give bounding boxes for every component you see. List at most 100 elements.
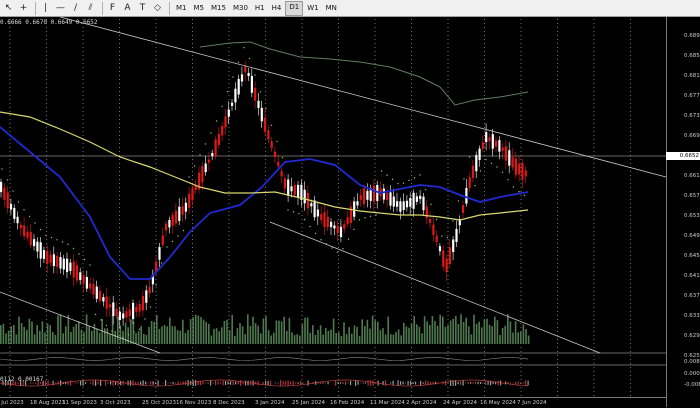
time-label: 7 Jun 2024: [517, 400, 547, 406]
horizontal-line-icon[interactable]: —: [54, 2, 67, 15]
candle-body: [158, 247, 160, 260]
candle-body: [185, 203, 187, 212]
volume-bar: [447, 325, 449, 344]
candle-body: [145, 290, 147, 302]
timeframe-m15[interactable]: M15: [208, 2, 229, 15]
volume-bar: [507, 314, 509, 344]
volume-bar: [299, 336, 301, 344]
candle-body: [353, 201, 355, 216]
price-level-label: 0.6535: [684, 213, 700, 219]
indicator-readout: 0112 0.00167: [0, 376, 43, 383]
oscillator-bar: [300, 381, 301, 385]
candle-body: [33, 239, 35, 246]
volume-bar: [57, 315, 59, 344]
candle-body: [284, 178, 286, 188]
time-label: 8 Dec 2023: [213, 400, 245, 406]
candle-body: [13, 208, 15, 219]
volume-bar: [151, 321, 153, 344]
crosshair-icon[interactable]: +: [17, 2, 30, 15]
volume-bar: [523, 324, 525, 344]
timeframe-w1[interactable]: W1: [304, 2, 321, 15]
oscillator-bar: [303, 383, 304, 384]
volume-bar: [96, 329, 98, 344]
volume-bar: [153, 322, 155, 344]
timeframe-m1[interactable]: M1: [173, 2, 190, 15]
psar-dot: [128, 334, 129, 335]
volume-bar: [159, 329, 161, 344]
volume-bar: [237, 328, 239, 344]
volume-bar: [468, 326, 470, 344]
vertical-line-icon[interactable]: |: [39, 2, 52, 15]
candle-body: [419, 196, 421, 199]
psar-dot: [287, 209, 288, 210]
timeframe-m30[interactable]: M30: [230, 2, 251, 15]
oscillator-bar: [75, 383, 76, 384]
trendline-icon[interactable]: /: [69, 2, 82, 15]
price-chart[interactable]: [0, 17, 700, 407]
timeframe-h4[interactable]: H4: [269, 2, 285, 15]
oscillator-bar: [383, 381, 384, 385]
volume-bar: [88, 326, 90, 344]
volume-bar: [281, 321, 283, 344]
volume-bar: [187, 330, 189, 344]
psar-dot: [18, 201, 19, 202]
cursor-icon[interactable]: ↖: [2, 2, 15, 15]
candle-body: [518, 164, 520, 175]
candle-body: [112, 302, 114, 316]
volume-bar: [406, 326, 408, 344]
oscillator-bar: [228, 382, 229, 385]
volume-bar: [387, 317, 389, 344]
oscillator-bar: [423, 382, 424, 384]
time-label: 25 Oct 2023: [142, 400, 176, 406]
volume-bar: [260, 333, 262, 344]
psar-dot: [7, 179, 8, 180]
volume-bar: [416, 324, 418, 344]
volume-bar: [426, 321, 428, 344]
candle-body: [56, 256, 58, 267]
oscillator-bar: [343, 382, 344, 384]
current-price-tag: 0.6652: [666, 152, 700, 160]
candle-body: [343, 224, 345, 229]
candle-body: [109, 304, 111, 307]
volume-bar: [13, 325, 15, 344]
timeframe-d1[interactable]: D1: [285, 1, 303, 16]
fibonacci-icon[interactable]: F: [106, 2, 119, 15]
volume-bar: [5, 333, 7, 344]
oscillator-bar: [325, 383, 326, 384]
psar-dot: [254, 74, 255, 75]
psar-dot: [315, 233, 316, 234]
text-icon[interactable]: A: [121, 2, 134, 15]
volume-bar: [432, 316, 434, 344]
candle-body: [472, 166, 474, 178]
price-level-label: 0.6895: [684, 33, 700, 39]
candle-body: [393, 196, 395, 206]
oscillator-bar: [475, 382, 476, 384]
toolbar-separator: [169, 2, 170, 15]
timeframe-h1[interactable]: H1: [252, 2, 268, 15]
oscillator-bar: [173, 382, 174, 384]
psar-dot: [348, 238, 349, 239]
timeframe-mn[interactable]: MN: [323, 2, 340, 15]
psar-dot: [304, 219, 305, 220]
time-axis[interactable]: 1 Jul 202318 Aug 202311 Sep 20233 Oct 20…: [0, 397, 666, 408]
candle-body: [66, 259, 68, 272]
candle-body: [515, 159, 517, 175]
oscillator-bar: [155, 382, 156, 384]
candle-body: [165, 224, 167, 231]
candle-body: [79, 272, 81, 280]
oscillator-bar: [468, 382, 469, 384]
candle-body: [102, 297, 104, 301]
oscillator-bar: [390, 382, 391, 383]
oscillator-bar: [70, 380, 71, 385]
psar-dot: [40, 229, 41, 230]
candle-body: [241, 74, 243, 81]
channel-icon[interactable]: ⫽: [84, 2, 97, 15]
volume-bar: [91, 331, 93, 344]
volume-bar: [382, 328, 384, 344]
shapes-icon[interactable]: ◇: [151, 2, 164, 15]
oscillator-bar: [223, 381, 224, 386]
psar-dot: [337, 251, 338, 252]
price-axis[interactable]: 0.68950.68550.68150.67750.67350.66950.66…: [666, 17, 700, 407]
timeframe-m5[interactable]: M5: [191, 2, 208, 15]
label-icon[interactable]: T: [136, 2, 149, 15]
